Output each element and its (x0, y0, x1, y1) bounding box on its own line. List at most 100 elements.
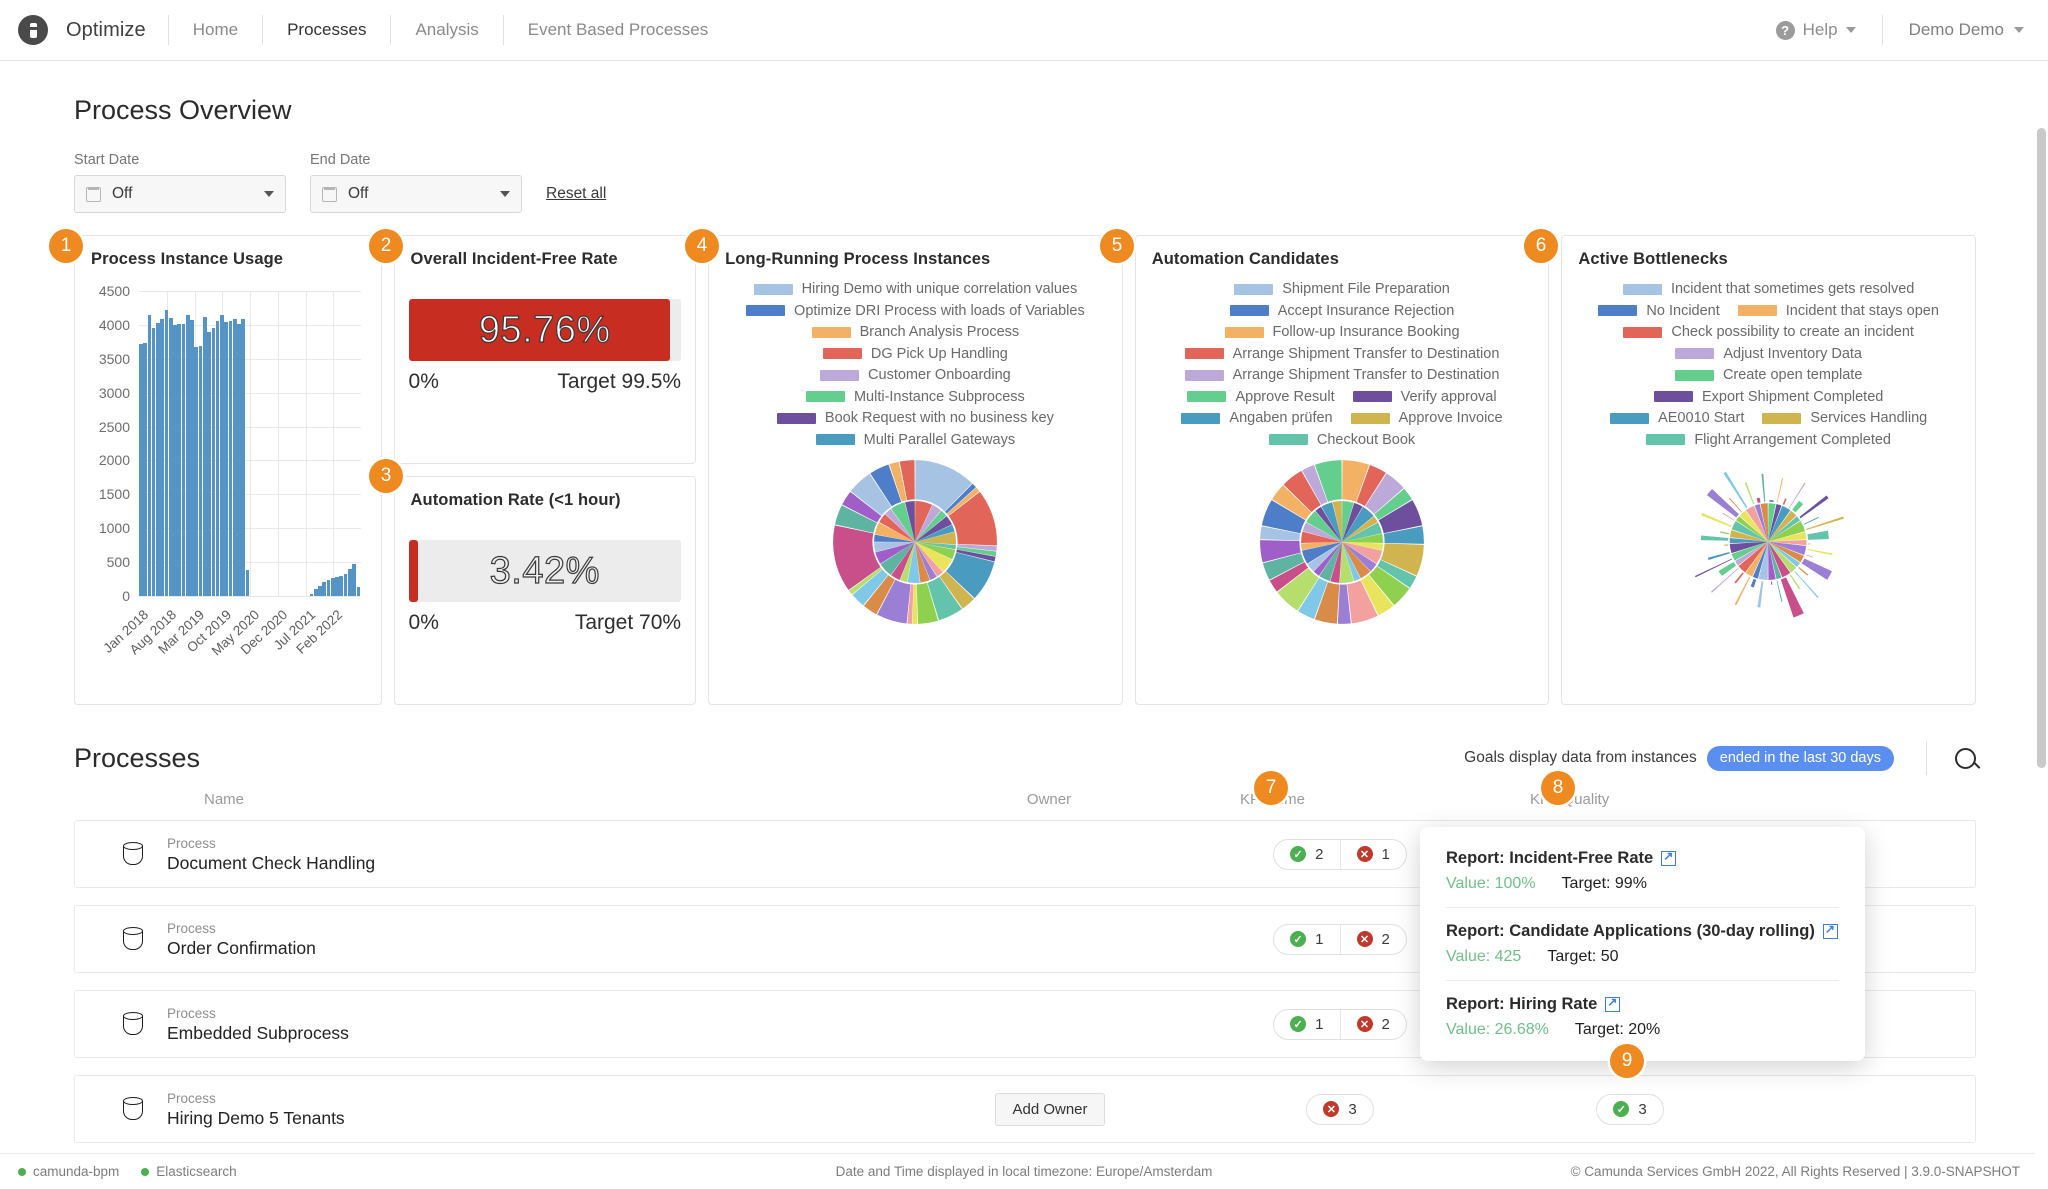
legend-item[interactable]: AE0010 Start (1610, 410, 1744, 426)
external-link-icon[interactable] (1823, 924, 1838, 939)
legend-item[interactable]: Services Handling (1762, 410, 1927, 426)
sunburst-segment[interactable] (1781, 577, 1804, 617)
legend-item[interactable]: DG Pick Up Handling (823, 346, 1008, 362)
legend-item[interactable]: Accept Insurance Rejection (1230, 303, 1455, 319)
nav-item-processes[interactable]: Processes (262, 15, 390, 45)
legend-item[interactable]: Approve Result (1187, 389, 1334, 405)
legend-item[interactable]: Incident that sometimes gets resolved (1623, 281, 1914, 297)
external-link-icon[interactable] (1661, 851, 1676, 866)
end-date-select[interactable]: Off (310, 175, 522, 213)
legend-item[interactable]: Optimize DRI Process with loads of Varia… (746, 303, 1085, 319)
legend-item[interactable]: No Incident (1598, 303, 1719, 319)
legend-item[interactable]: Adjust Inventory Data (1675, 346, 1862, 362)
legend-item[interactable]: Hiring Demo with unique correlation valu… (754, 281, 1078, 297)
start-date-select[interactable]: Off (74, 175, 286, 213)
sunburst-segment[interactable] (1708, 551, 1730, 559)
legend-item[interactable]: Check possibility to create an incident (1623, 324, 1914, 340)
sunburst-segment[interactable] (1762, 473, 1766, 501)
table-row[interactable]: ProcessHiring Demo 5 TenantsAdd Owner✕3✓… (74, 1075, 1976, 1143)
sunburst-segment[interactable] (1806, 516, 1844, 529)
kpi-segment[interactable]: ✓2 (1274, 840, 1339, 869)
sunburst-segment[interactable] (1724, 471, 1748, 507)
sunburst-segment[interactable] (1777, 580, 1783, 601)
legend-item[interactable]: Branch Analysis Process (812, 324, 1020, 340)
sunburst-segment[interactable] (1802, 558, 1832, 579)
sunburst-segment[interactable] (1808, 543, 1810, 544)
scrollbar-thumb[interactable] (2037, 128, 2046, 768)
legend-item[interactable]: Approve Invoice (1351, 410, 1503, 426)
gauge-value: 95.76% (479, 309, 611, 352)
search-icon[interactable] (1955, 748, 1976, 769)
sunburst-segment[interactable] (1720, 531, 1729, 534)
legend-item[interactable]: Arrange Shipment Transfer to Destination (1185, 367, 1500, 383)
kpi-chip[interactable]: ✓1✕2 (1273, 924, 1407, 955)
sunburst-segment[interactable] (949, 491, 997, 545)
kpi-segment[interactable]: ✓1 (1274, 1010, 1339, 1039)
row-process-name[interactable]: Hiring Demo 5 Tenants (167, 1108, 345, 1128)
sunburst-segment[interactable] (1790, 574, 1800, 589)
sunburst-segment[interactable] (1808, 530, 1829, 539)
sunburst-segment[interactable] (1783, 498, 1787, 505)
goals-range-badge[interactable]: ended in the last 30 days (1707, 746, 1894, 771)
legend-item[interactable]: Follow-up Insurance Booking (1225, 324, 1460, 340)
kpi-segment[interactable]: ✕1 (1340, 840, 1406, 869)
legend-item[interactable]: Create open template (1675, 367, 1862, 383)
sunburst-segment[interactable] (913, 584, 918, 623)
sunburst-segment[interactable] (1701, 535, 1728, 540)
add-owner-button[interactable]: Add Owner (995, 1093, 1104, 1126)
legend-item[interactable]: Arrange Shipment Transfer to Destination (1185, 346, 1500, 362)
row-process-name[interactable]: Order Confirmation (167, 938, 316, 958)
legend-item[interactable]: Checkout Book (1269, 432, 1415, 448)
kpi-chip[interactable]: ✓1✕2 (1273, 1009, 1407, 1040)
legend-item[interactable]: Export Shipment Completed (1654, 389, 1883, 405)
legend-item[interactable]: Multi Parallel Gateways (816, 432, 1016, 448)
legend-item[interactable]: Shipment File Preparation (1234, 281, 1450, 297)
nav-item-event-based-processes[interactable]: Event Based Processes (503, 15, 732, 45)
kpi-segment[interactable]: ✕3 (1307, 1095, 1372, 1124)
sunburst-segment[interactable] (1751, 578, 1757, 587)
kpi-chip[interactable]: ✓3 (1596, 1094, 1663, 1125)
external-link-icon[interactable] (1605, 997, 1620, 1012)
user-menu[interactable]: Demo Demo (1882, 15, 2024, 45)
page-scrollbar[interactable] (2035, 122, 2048, 1189)
help-menu[interactable]: ? Help (1750, 20, 1882, 40)
legend-item[interactable]: Book Request with no business key (777, 410, 1054, 426)
kpi-segment[interactable]: ✕2 (1340, 1010, 1406, 1039)
kpi-segment[interactable]: ✓3 (1597, 1095, 1662, 1124)
sunburst-segment[interactable] (1757, 497, 1761, 502)
sunburst-segment[interactable] (1806, 554, 1813, 557)
bar (348, 569, 352, 596)
legend-item[interactable]: Incident that stays open (1738, 303, 1939, 319)
legend-item[interactable]: Flight Arrangement Completed (1646, 432, 1891, 448)
kpi-chip[interactable]: ✓2✕1 (1273, 839, 1407, 870)
sunburst-segment[interactable] (1795, 571, 1819, 598)
reset-all-link[interactable]: Reset all (546, 185, 606, 203)
sunburst-segment[interactable] (1758, 581, 1764, 607)
sunburst-segment[interactable] (1735, 572, 1744, 583)
legend-item[interactable]: Customer Onboarding (820, 367, 1011, 383)
connection-label: camunda-bpm (33, 1164, 119, 1179)
row-process-name[interactable]: Document Check Handling (167, 853, 375, 873)
kpi-chip[interactable]: ✕3 (1306, 1094, 1373, 1125)
check-circle-icon: ✓ (1290, 846, 1306, 862)
legend-item[interactable]: Multi-Instance Subprocess (806, 389, 1025, 405)
row-process-name[interactable]: Embedded Subprocess (167, 1023, 349, 1043)
nav-item-home[interactable]: Home (168, 15, 262, 45)
sunburst-segment[interactable] (1804, 516, 1819, 524)
legend-item[interactable]: Verify approval (1353, 389, 1497, 405)
sunburst-segment[interactable] (1701, 512, 1731, 526)
sunburst-segment[interactable] (1745, 482, 1755, 504)
kpi-segment[interactable]: ✓1 (1274, 925, 1339, 954)
legend-item[interactable]: Angaben prüfen (1181, 410, 1332, 426)
sunburst-segment[interactable] (1770, 500, 1774, 502)
sunburst-segment[interactable] (1800, 495, 1829, 518)
sunburst-segment[interactable] (1777, 478, 1783, 502)
sunburst-segment[interactable] (1807, 548, 1832, 554)
sunburst-segment[interactable] (1792, 500, 1803, 512)
sunburst-segment[interactable] (1724, 544, 1728, 545)
kpi-segment[interactable]: ✕2 (1340, 925, 1406, 954)
sunburst-segment[interactable] (1798, 566, 1808, 575)
bar (212, 328, 216, 596)
sunburst-segment[interactable] (1771, 581, 1772, 584)
nav-item-analysis[interactable]: Analysis (390, 15, 502, 45)
